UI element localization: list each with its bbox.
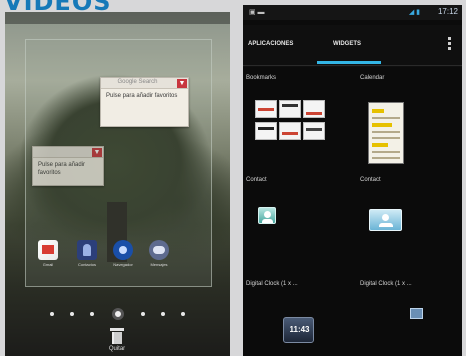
- widget-header-label: Google Search: [117, 79, 158, 85]
- digital-clock-widget-preview[interactable]: 11:43: [283, 317, 314, 343]
- app-label: Contactos: [77, 262, 96, 267]
- tab-widgets[interactable]: WIDGETS: [333, 41, 361, 47]
- contact-widget-preview-icon[interactable]: [258, 207, 276, 224]
- widget-label-contact: Contact: [246, 177, 267, 183]
- page-dot: [90, 312, 94, 316]
- bookmark-widget-ghost[interactable]: ▼ Pulse para añadir favoritos: [32, 146, 104, 186]
- page-dot: [161, 312, 165, 316]
- page-dot: [70, 312, 74, 316]
- bookmark-icon: ▼: [177, 79, 187, 88]
- widget-label-calendar: Calendar: [360, 75, 385, 81]
- app-label: Gmail: [42, 262, 54, 267]
- statusbar: ▣ ▬ ◢ ▮ 17:12: [243, 5, 462, 20]
- app-dock: Gmail Contactos Navegador Mensajes: [35, 240, 205, 268]
- page-dot: [50, 312, 54, 316]
- signal-icon: ◢ ▮: [408, 9, 420, 16]
- bookmark-widget[interactable]: Google Search ▼ Pulse para añadir favori…: [100, 77, 189, 127]
- widget-label-bookmarks: Bookmarks: [246, 75, 277, 81]
- browser-icon[interactable]: Navegador: [113, 240, 133, 267]
- clock-preview-time: 11:43: [289, 325, 310, 334]
- gmail-icon[interactable]: Gmail: [38, 240, 58, 267]
- widget-label-contact-2: Contact: [360, 177, 381, 183]
- trash-icon[interactable]: [110, 328, 124, 344]
- widget-text: Pulse para añadir favoritos: [106, 93, 178, 99]
- trash-label: Quitar: [108, 346, 126, 352]
- app-label: Navegador: [113, 262, 133, 267]
- page-dot: [181, 312, 185, 316]
- contacts-icon[interactable]: Contactos: [77, 240, 97, 267]
- home-page-indicator-icon: [112, 308, 124, 320]
- widget-header: Google Search ▼: [101, 78, 188, 89]
- phone-widget-drawer: ▣ ▬ ◢ ▮ 17:12 APLICACIONES WIDGETS Bookm…: [243, 5, 462, 356]
- widget-label-digital-clock-2: Digital Clock (1 x ...: [360, 281, 412, 287]
- page-indicator[interactable]: [5, 308, 230, 320]
- overflow-menu-icon[interactable]: [448, 37, 452, 51]
- bookmarks-widget-preview[interactable]: [255, 100, 329, 162]
- contact-widget-preview-large-icon[interactable]: [369, 209, 402, 231]
- statusbar: [5, 12, 230, 24]
- digital-clock-widget-preview-small[interactable]: [410, 308, 423, 319]
- phone-home-screen: Google Search ▼ Pulse para añadir favori…: [5, 12, 230, 356]
- widget-label-digital-clock: Digital Clock (1 x ...: [246, 281, 298, 287]
- messaging-icon[interactable]: Mensajes: [149, 240, 169, 267]
- widget-text: Pulse para añadir favoritos: [38, 162, 86, 176]
- tab-applications[interactable]: APLICACIONES: [248, 41, 293, 47]
- drawer-tabs: APLICACIONES WIDGETS: [243, 25, 462, 67]
- page-dot: [141, 312, 145, 316]
- bookmark-icon: ▼: [92, 148, 102, 157]
- selected-tab-indicator: [317, 61, 381, 64]
- app-label: Mensajes: [150, 262, 168, 267]
- notification-icons: ▣ ▬: [249, 9, 265, 16]
- tabs-divider: [243, 65, 462, 66]
- statusbar-time: 17:12: [437, 7, 458, 16]
- widget-header: ▼: [33, 147, 103, 158]
- calendar-widget-preview[interactable]: [368, 102, 404, 164]
